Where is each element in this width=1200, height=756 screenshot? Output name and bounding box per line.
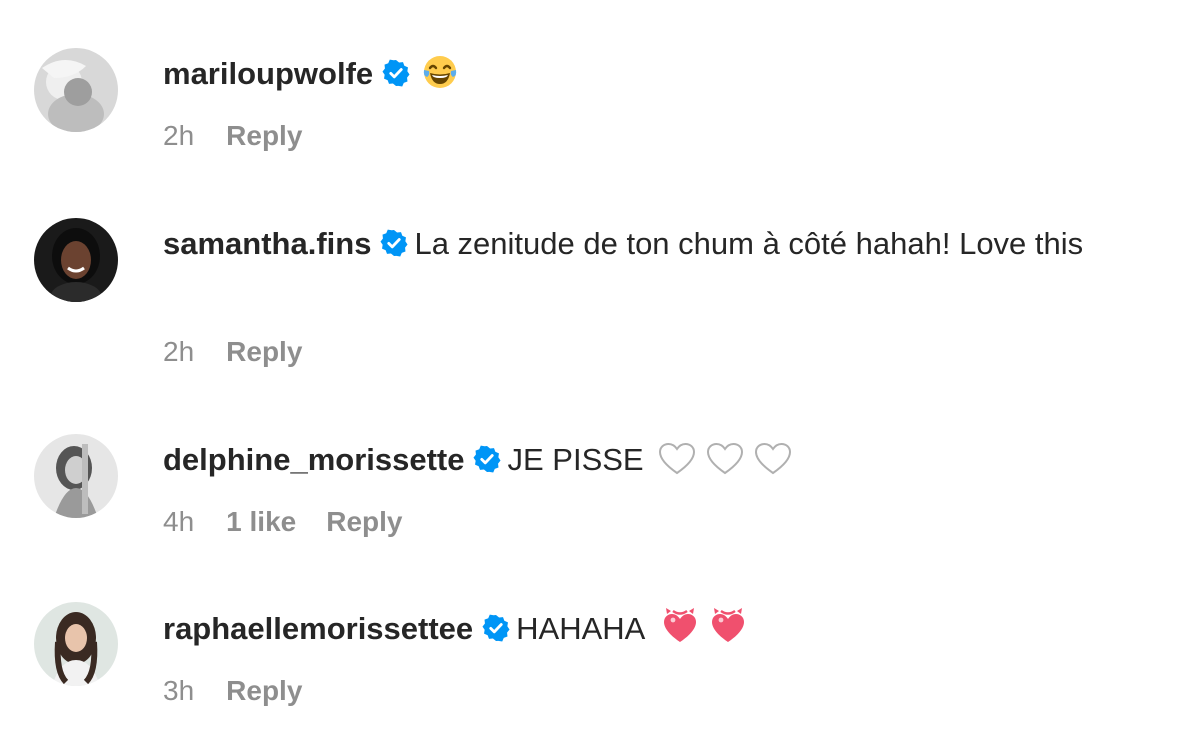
avatar-image — [34, 602, 118, 686]
tears-of-joy-emoji — [422, 54, 458, 90]
verified-badge-icon — [473, 445, 501, 473]
comment-username[interactable]: delphine_morissette — [163, 442, 464, 477]
avatar[interactable] — [34, 434, 118, 518]
avatar[interactable] — [34, 218, 118, 302]
white-heart-emoji — [706, 442, 744, 476]
comment-username[interactable]: mariloupwolfe — [163, 56, 373, 91]
avatar-image — [34, 218, 118, 302]
avatar[interactable] — [34, 48, 118, 132]
verified-badge-icon — [380, 229, 408, 257]
verified-badge-icon — [482, 614, 510, 642]
comment-timestamp: 3h — [163, 675, 195, 706]
comment-timestamp: 2h — [163, 120, 195, 151]
avatar-image — [34, 434, 118, 518]
reply-button[interactable]: Reply — [226, 120, 302, 151]
heart-with-ribbon-emoji — [661, 607, 699, 645]
white-heart-emoji — [754, 442, 792, 476]
comment-username[interactable]: samantha.fins — [163, 226, 371, 261]
comment-timestamp: 4h — [163, 506, 195, 537]
reply-button[interactable]: Reply — [226, 336, 302, 367]
verified-badge-icon — [382, 59, 410, 87]
avatar-image — [34, 48, 118, 132]
like-count[interactable]: 1 like — [226, 506, 296, 537]
comment-username[interactable]: raphaellemorissettee — [163, 611, 473, 646]
comment-text: HAHAHA — [516, 611, 646, 646]
avatar[interactable] — [34, 602, 118, 686]
comment-text: JE PISSE — [507, 442, 644, 477]
comment-timestamp: 2h — [163, 336, 195, 367]
reply-button[interactable]: Reply — [226, 675, 302, 706]
heart-with-ribbon-emoji — [709, 607, 747, 645]
comment-text: La zenitude de ton chum à côté hahah! Lo… — [414, 226, 1084, 261]
reply-button[interactable]: Reply — [326, 506, 402, 537]
white-heart-emoji — [658, 442, 696, 476]
